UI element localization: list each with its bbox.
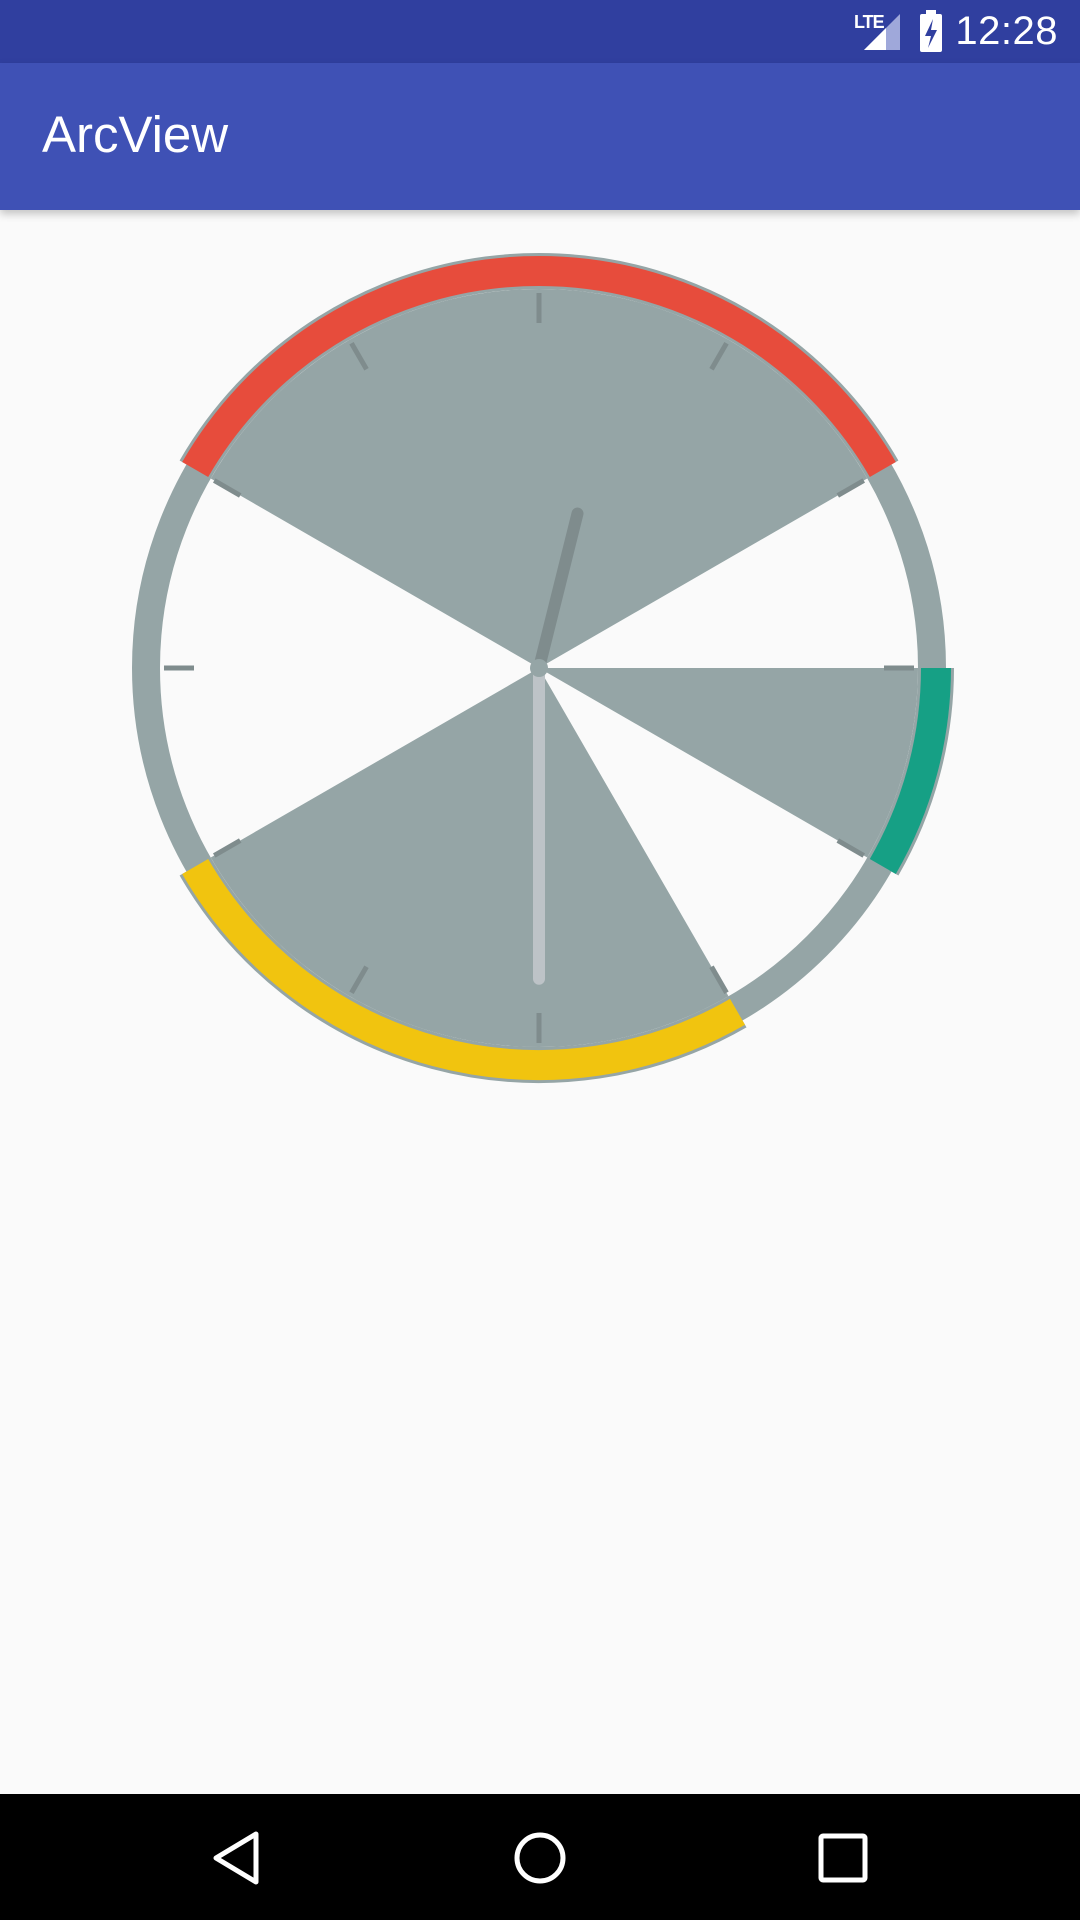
status-bar: LTE 12:28	[0, 0, 1080, 63]
back-icon[interactable]	[202, 1822, 274, 1894]
arc-view[interactable]	[0, 210, 1080, 1794]
recents-icon[interactable]	[807, 1822, 879, 1894]
app-title: ArcView	[42, 106, 229, 163]
home-icon[interactable]	[504, 1822, 576, 1894]
center-hub	[530, 659, 548, 677]
signal-icon	[864, 14, 900, 50]
content-area	[0, 210, 1080, 1794]
navigation-bar	[0, 1794, 1080, 1920]
battery-charging-icon	[920, 10, 942, 52]
status-icons: LTE	[850, 8, 950, 54]
status-clock: 12:28	[955, 9, 1058, 53]
app-bar: ArcView	[0, 63, 1080, 210]
